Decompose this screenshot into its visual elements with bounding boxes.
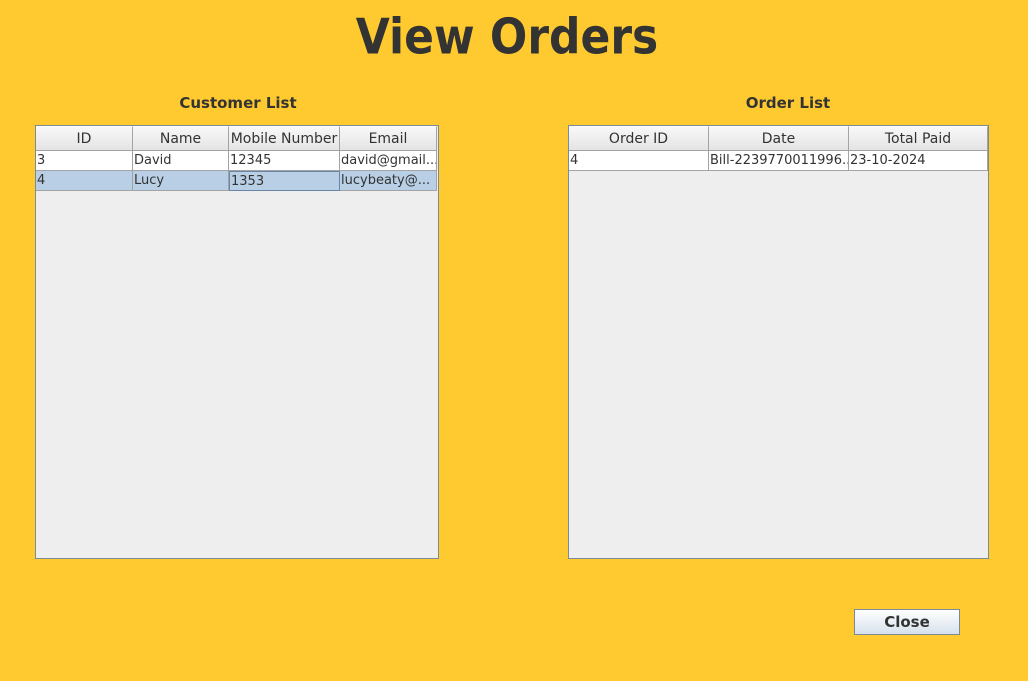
cell-mobile-number-focused: 1353: [229, 171, 340, 191]
column-header-date[interactable]: Date: [709, 126, 849, 151]
customer-list-label: Customer List: [179, 94, 297, 112]
order-table[interactable]: Order ID Date Total Paid 4 Bill-22397700…: [568, 125, 989, 559]
cell-id: 4: [36, 171, 133, 191]
cell-order-id: 4: [569, 151, 709, 171]
cell-name: David: [133, 151, 229, 171]
page-title: View Orders: [355, 8, 659, 67]
table-row-selected[interactable]: 4 Lucy 1353 lucybeaty@...: [36, 171, 438, 191]
table-row[interactable]: 3 David 12345 david@gmail...: [36, 151, 438, 171]
close-button[interactable]: Close: [854, 609, 960, 635]
cell-email: david@gmail...: [340, 151, 437, 171]
cell-total-paid: 23-10-2024: [849, 151, 988, 171]
cell-email: lucybeaty@...: [340, 171, 437, 191]
customer-table[interactable]: ID Name Mobile Number Email 3 David 1234…: [35, 125, 439, 559]
column-header-email[interactable]: Email: [340, 126, 437, 151]
cell-mobile-number: 12345: [229, 151, 340, 171]
order-list-label: Order List: [745, 94, 831, 112]
column-header-total-paid[interactable]: Total Paid: [849, 126, 988, 151]
cell-name: Lucy: [133, 171, 229, 191]
column-header-order-id[interactable]: Order ID: [569, 126, 709, 151]
column-header-mobile-number[interactable]: Mobile Number: [229, 126, 340, 151]
customer-table-header: ID Name Mobile Number Email: [36, 126, 438, 151]
order-table-header: Order ID Date Total Paid: [569, 126, 988, 151]
column-header-id[interactable]: ID: [36, 126, 133, 151]
table-row[interactable]: 4 Bill-2239770011996... 23-10-2024: [569, 151, 988, 171]
column-header-name[interactable]: Name: [133, 126, 229, 151]
cell-id: 3: [36, 151, 133, 171]
cell-date: Bill-2239770011996...: [709, 151, 849, 171]
